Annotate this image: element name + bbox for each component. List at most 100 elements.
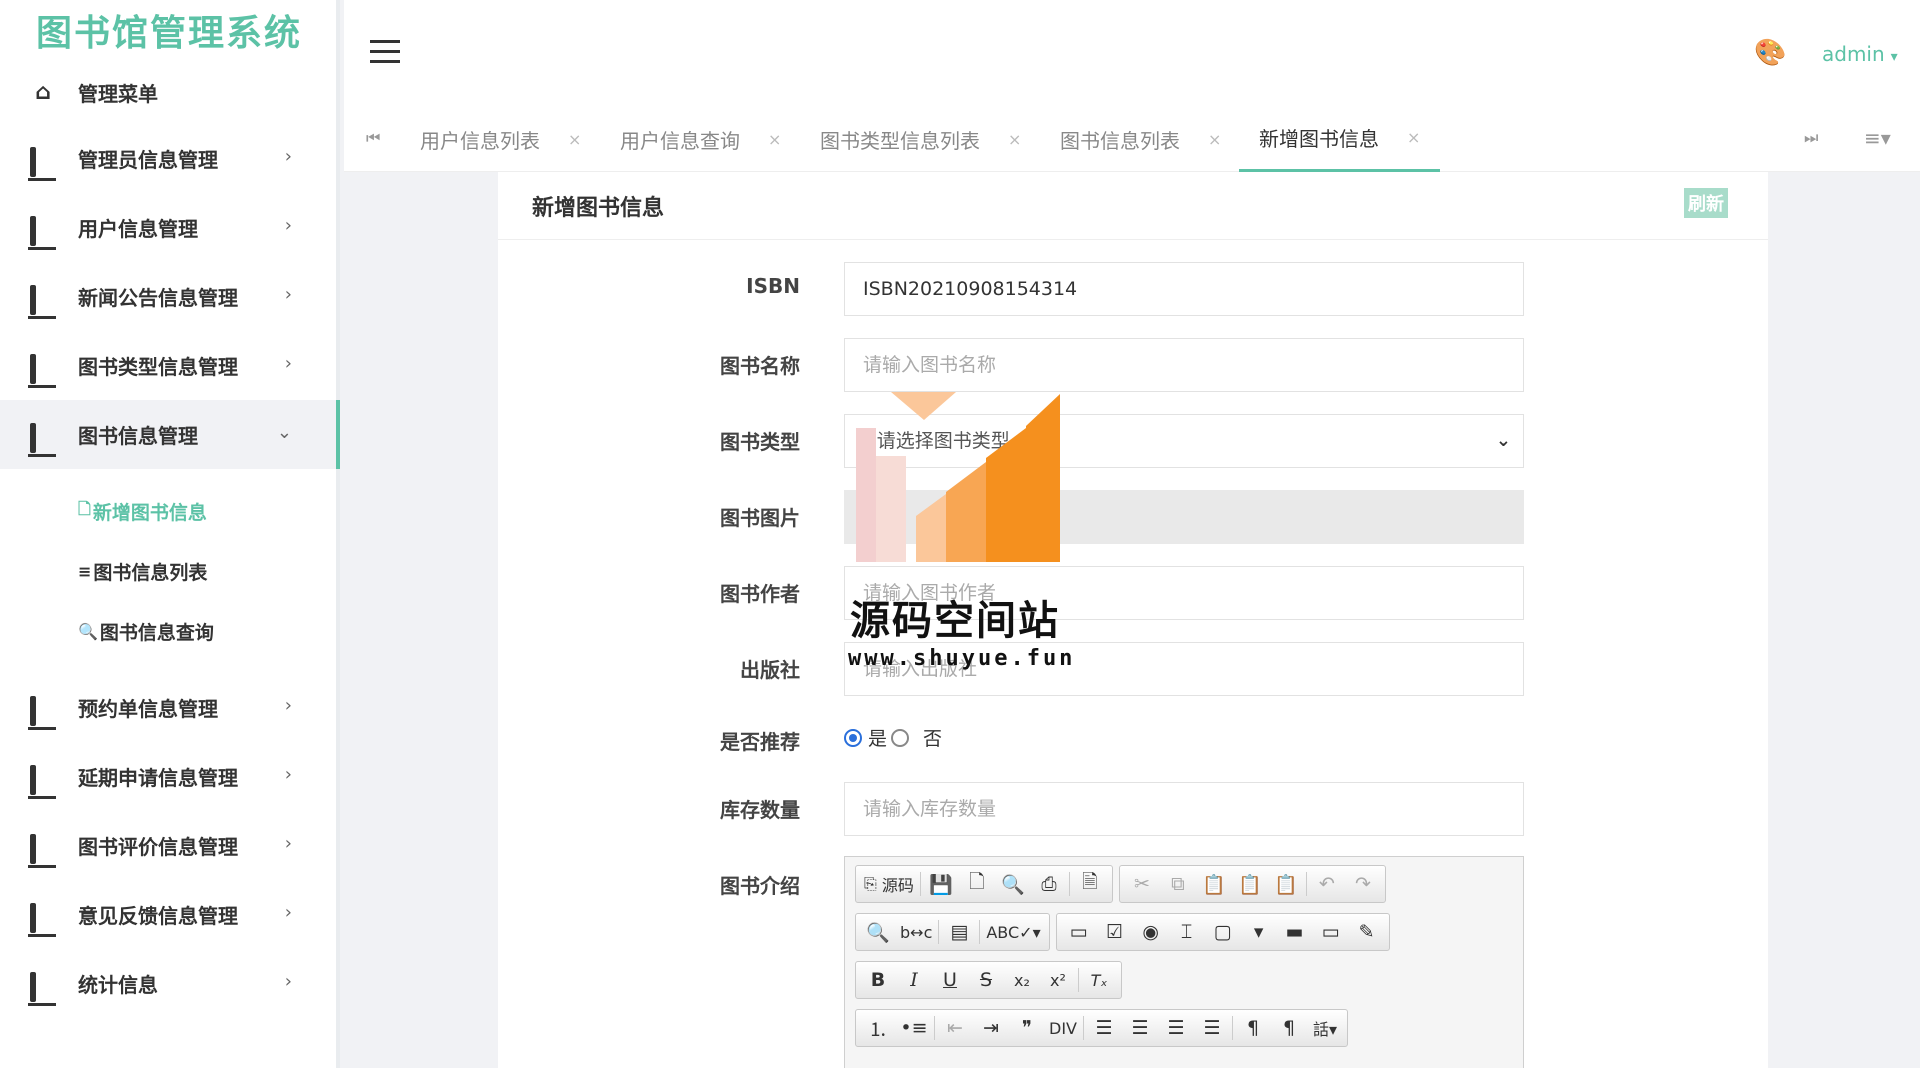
monitor-icon	[30, 971, 56, 1002]
find-icon[interactable]: 🔍	[860, 916, 896, 948]
rich-text-editor[interactable]: ⎘ 源码 💾 🗋 🔍 ⎙ 🗎 ✂ ⧉ 📋 📋 📋 ↶ ↷ 🔍 b↔c ▤ ABC…	[844, 856, 1524, 1068]
chevron-right-icon: ›	[284, 833, 292, 854]
textfield-icon[interactable]: ⌶	[1169, 916, 1205, 948]
sidebar-item-statistics[interactable]: 统计信息 ›	[0, 949, 336, 1018]
sidebar-item-books[interactable]: 图书信息管理 ⌄	[0, 400, 340, 469]
recommend-no-radio[interactable]	[891, 728, 910, 747]
editor-group-paragraph: ⒈ •≡ ⇤ ⇥ ❞ DIV ☰ ☰ ☰ ☰ ¶ ¶ 話▾	[855, 1009, 1348, 1047]
spellcheck-icon[interactable]: ABC✓▾	[982, 916, 1044, 948]
paste-icon[interactable]: 📋	[1196, 868, 1232, 900]
print-icon[interactable]: ⎙	[1031, 868, 1067, 900]
strikethrough-icon[interactable]: S	[968, 964, 1004, 996]
app-root: 图书馆管理系统 ⌂ 管理菜单 管理员信息管理 › 用户信息管理 › 新闻公告信息…	[0, 0, 1920, 1068]
watermark-title: 源码空间站	[850, 598, 1060, 644]
sidebar-item-feedback[interactable]: 意见反馈信息管理 ›	[0, 880, 336, 949]
tab-options-icon[interactable]: ≡▾	[1864, 126, 1891, 150]
sidebar-item-book-types[interactable]: 图书类型信息管理 ›	[0, 331, 336, 400]
textarea-icon[interactable]: ▢	[1205, 916, 1241, 948]
align-right-icon[interactable]: ☰	[1158, 1012, 1194, 1044]
recommend-yes-radio[interactable]	[844, 728, 862, 747]
tab-add-book[interactable]: 新增图书信息 ×	[1239, 106, 1441, 172]
submenu-book-list[interactable]: ≡ 图书信息列表	[0, 541, 336, 601]
align-center-icon[interactable]: ☰	[1122, 1012, 1158, 1044]
close-icon[interactable]: ×	[768, 130, 781, 149]
replace-icon[interactable]: b↔c	[896, 916, 936, 948]
sidebar-item-reservations[interactable]: 预约单信息管理 ›	[0, 673, 336, 742]
div-container-icon[interactable]: DIV	[1045, 1012, 1081, 1044]
language-icon[interactable]: 話▾	[1307, 1012, 1343, 1044]
templates-icon[interactable]: 🗎	[1072, 868, 1108, 900]
tab-book-type-list[interactable]: 图书类型信息列表 ×	[820, 106, 1021, 172]
submenu-label: 图书信息查询	[99, 621, 214, 644]
copy-icon[interactable]: ⧉	[1160, 868, 1196, 900]
file-icon: 🗋	[78, 498, 91, 518]
hidden-field-icon[interactable]: ✎	[1349, 916, 1385, 948]
close-icon[interactable]: ×	[568, 130, 581, 149]
tab-scroll-left-icon[interactable]: ⏮	[366, 128, 380, 148]
close-icon[interactable]: ×	[1407, 128, 1420, 147]
stock-input[interactable]: 请输入库存数量	[844, 782, 1524, 836]
outdent-icon[interactable]: ⇤	[937, 1012, 973, 1044]
superscript-icon[interactable]: x²	[1040, 964, 1076, 996]
preview-icon[interactable]: 🔍	[995, 868, 1031, 900]
refresh-button[interactable]: 刷新	[1684, 188, 1728, 218]
form-icon[interactable]: ▭	[1061, 916, 1097, 948]
indent-icon[interactable]: ⇥	[973, 1012, 1009, 1044]
tab-scroll-right-icon[interactable]: ⏭	[1804, 128, 1818, 148]
image-button-icon[interactable]: ▭	[1313, 916, 1349, 948]
book-type-select[interactable]: --请选择图书类型-- ⌄	[844, 414, 1524, 468]
paste-text-icon[interactable]: 📋	[1232, 868, 1268, 900]
user-menu[interactable]: admin ▾	[1822, 42, 1898, 66]
blockquote-icon[interactable]: ❞	[1009, 1012, 1045, 1044]
radio-icon[interactable]: ◉	[1133, 916, 1169, 948]
source-button[interactable]: ⎘ 源码	[860, 868, 918, 900]
bold-icon[interactable]: B	[860, 964, 896, 996]
sidebar-item-users[interactable]: 用户信息管理 ›	[0, 193, 336, 262]
sidebar-item-news[interactable]: 新闻公告信息管理 ›	[0, 262, 336, 331]
undo-icon[interactable]: ↶	[1309, 868, 1345, 900]
editor-group-forms: ▭ ☑ ◉ ⌶ ▢ ▾ ▬ ▭ ✎	[1055, 913, 1390, 951]
chevron-down-icon: ⌄	[276, 422, 292, 443]
sidebar-item-extensions[interactable]: 延期申请信息管理 ›	[0, 742, 336, 811]
button-icon[interactable]: ▬	[1277, 916, 1313, 948]
redo-icon[interactable]: ↷	[1345, 868, 1381, 900]
numbered-list-icon[interactable]: ⒈	[860, 1012, 896, 1044]
monitor-icon	[30, 902, 56, 933]
tab-user-search[interactable]: 用户信息查询 ×	[620, 106, 781, 172]
checkbox-icon[interactable]: ☑	[1097, 916, 1133, 948]
select-all-icon[interactable]: ▤	[941, 916, 977, 948]
book-name-input[interactable]: 请输入图书名称	[844, 338, 1524, 392]
recommend-no-label: 否	[923, 728, 943, 750]
tab-book-list[interactable]: 图书信息列表 ×	[1060, 106, 1221, 172]
underline-icon[interactable]: U	[932, 964, 968, 996]
close-icon[interactable]: ×	[1208, 130, 1221, 149]
new-page-icon[interactable]: 🗋	[959, 868, 995, 900]
justify-icon[interactable]: ☰	[1194, 1012, 1230, 1044]
save-icon[interactable]: 💾	[923, 868, 959, 900]
select-value: --请选择图书类型--	[863, 430, 1024, 452]
tab-label: 用户信息列表	[420, 128, 540, 153]
tab-user-list[interactable]: 用户信息列表 ×	[420, 106, 581, 172]
palette-icon[interactable]: 🎨	[1754, 38, 1786, 68]
submenu-book-search[interactable]: 🔍 图书信息查询	[0, 601, 336, 661]
menu-toggle-icon[interactable]	[370, 40, 400, 64]
select-icon[interactable]: ▾	[1241, 916, 1277, 948]
monitor-icon	[30, 764, 56, 795]
submenu-add-book[interactable]: 🗋 新增图书信息	[0, 481, 336, 541]
remove-format-icon[interactable]: Tₓ	[1081, 964, 1117, 996]
bulleted-list-icon[interactable]: •≡	[896, 1012, 932, 1044]
monitor-icon	[30, 284, 56, 315]
close-icon[interactable]: ×	[1008, 130, 1021, 149]
align-left-icon[interactable]: ☰	[1086, 1012, 1122, 1044]
rtl-icon[interactable]: ¶	[1271, 1012, 1307, 1044]
italic-icon[interactable]: I	[896, 964, 932, 996]
subscript-icon[interactable]: x₂	[1004, 964, 1040, 996]
sidebar-item-admin[interactable]: 管理员信息管理 ›	[0, 124, 336, 193]
book-image-upload[interactable]	[844, 490, 1524, 544]
ltr-icon[interactable]: ¶	[1235, 1012, 1271, 1044]
sidebar-item-reviews[interactable]: 图书评价信息管理 ›	[0, 811, 336, 880]
paste-word-icon[interactable]: 📋	[1268, 868, 1304, 900]
sidebar-item-label: 延期申请信息管理	[78, 766, 238, 790]
cut-icon[interactable]: ✂	[1124, 868, 1160, 900]
isbn-input[interactable]: ISBN20210908154314	[844, 262, 1524, 316]
